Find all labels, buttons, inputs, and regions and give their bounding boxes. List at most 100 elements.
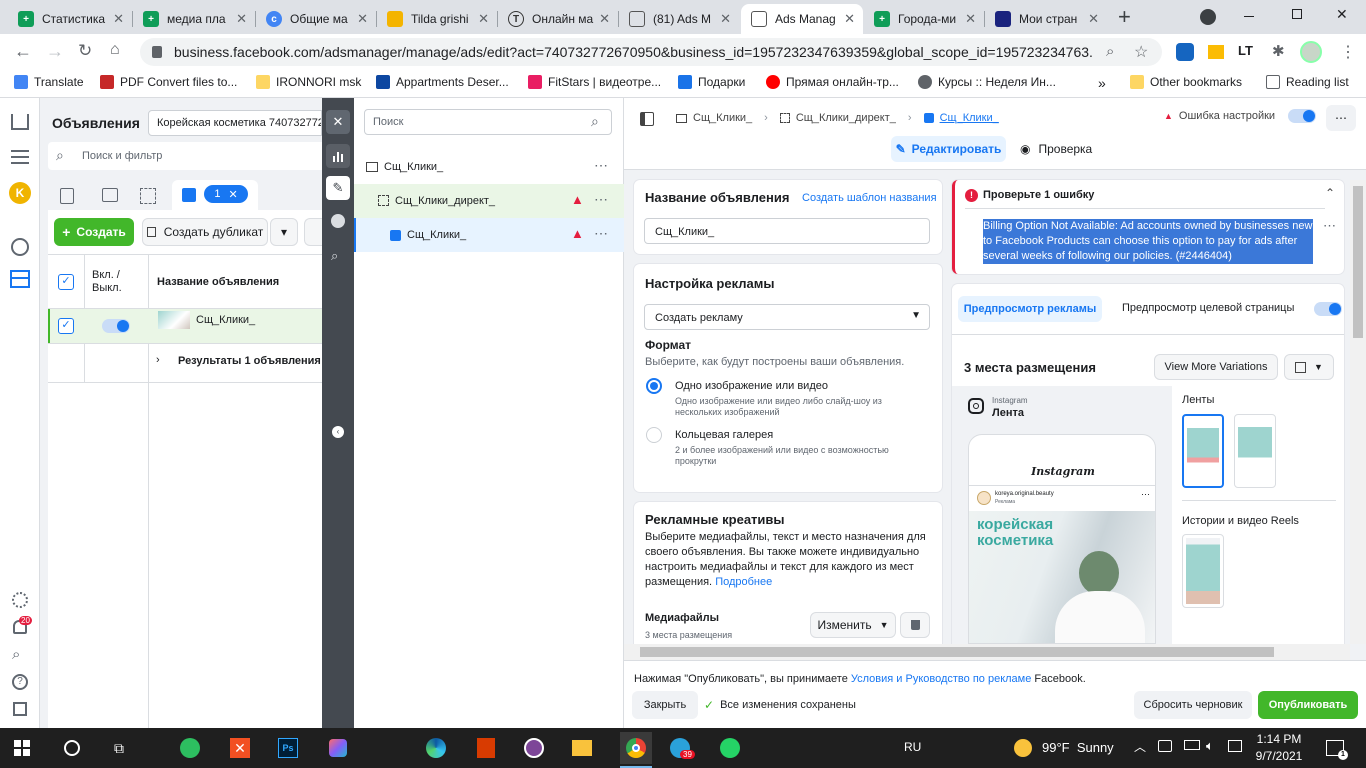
folder-tab-icon[interactable] (102, 188, 118, 202)
app-icon[interactable]: ✕ (228, 736, 252, 760)
new-tab-button[interactable]: + (1118, 4, 1131, 30)
expand-chevron-icon[interactable]: › (156, 354, 160, 366)
browser-tab[interactable]: Tilda grishi ✕ (377, 4, 497, 34)
bookmark[interactable]: Appartments Deser... (376, 75, 509, 89)
search-icon[interactable]: ⌕ (331, 248, 338, 264)
close-tab-icon[interactable]: ✕ (599, 11, 610, 27)
whatsapp-icon[interactable] (718, 736, 742, 760)
extension-icon[interactable]: LT (1238, 43, 1253, 58)
ad-name-input[interactable]: Сщ_Клики_ (644, 218, 930, 244)
tray-chevron-icon[interactable]: ︿ (1134, 738, 1146, 755)
chart-icon[interactable] (326, 144, 350, 168)
create-button[interactable]: + Создать (54, 218, 134, 246)
evernote-icon[interactable] (178, 736, 202, 760)
settings-icon[interactable] (12, 592, 28, 608)
clock-time[interactable]: 1:14 PM (1256, 732, 1302, 746)
sidebar-toggle-icon[interactable] (640, 112, 654, 126)
browser-tab[interactable]: (81) Ads M ✕ (619, 4, 739, 34)
single-image-radio[interactable] (646, 378, 662, 394)
change-media-button[interactable]: Изменить ▼ (810, 612, 896, 638)
delete-media-button[interactable] (900, 612, 930, 638)
tab-landing-preview[interactable]: Предпросмотр целевой страницы (1122, 302, 1294, 314)
ad-status-toggle[interactable] (1288, 109, 1316, 123)
selection-chip[interactable]: 1 ✕ (204, 185, 248, 203)
placement-thumb-fb-feed[interactable] (1234, 414, 1276, 488)
more-icon[interactable]: ⋯ (594, 157, 608, 174)
forward-icon[interactable]: → (46, 41, 64, 62)
edge-icon[interactable] (424, 736, 448, 760)
view-more-variations-button[interactable]: View More Variations (1154, 354, 1278, 380)
tab-search-icon[interactable] (1200, 9, 1216, 25)
window-close-icon[interactable]: ✕ (1336, 6, 1348, 23)
clock-date[interactable]: 9/7/2021 (1252, 749, 1306, 763)
review-mode-button[interactable]: ◉ Проверка (1020, 142, 1092, 156)
browser-tab[interactable]: + Города-ми ✕ (864, 4, 984, 34)
url-text[interactable]: business.facebook.com/adsmanager/manage/… (174, 44, 1094, 60)
close-button[interactable]: Закрыть (632, 691, 698, 719)
close-tab-icon[interactable]: ✕ (720, 11, 731, 27)
browser-tab-active[interactable]: Ads Manag ✕ (741, 4, 863, 34)
address-bar[interactable]: business.facebook.com/adsmanager/manage/… (140, 38, 1162, 66)
discard-draft-button[interactable]: Сбросить черновик (1134, 691, 1252, 719)
restore-icon[interactable] (1292, 9, 1302, 19)
browser-tab[interactable]: Мои стран ✕ (985, 4, 1107, 34)
ads-manager-icon[interactable] (10, 270, 30, 288)
row-checkbox[interactable]: ✓ (58, 318, 74, 334)
home-icon[interactable] (11, 114, 29, 130)
reload-icon[interactable]: ↻ (78, 41, 92, 61)
windows-start-icon[interactable] (10, 736, 34, 760)
tree-search-input[interactable]: Поиск ⌕ (364, 109, 612, 135)
carousel-radio[interactable] (646, 427, 662, 443)
campaigns-tab-icon[interactable] (60, 188, 74, 204)
bookmark[interactable]: Прямая онлайн-тр... (766, 75, 899, 89)
edit-mode-button[interactable]: ✎ Редактировать (891, 136, 1006, 162)
bookmark[interactable]: FitStars | видеотре... (528, 75, 661, 89)
duplicate-dropdown[interactable]: ▾ (270, 218, 298, 246)
bookmark[interactable]: Курсы :: Неделя Ин... (918, 75, 1056, 89)
performance-icon[interactable] (11, 238, 29, 256)
terms-link[interactable]: Условия и Руководство по рекламе (851, 673, 1031, 685)
vertical-scrollbar[interactable] (1350, 180, 1366, 644)
edit-pencil-icon[interactable]: ✎ (326, 176, 350, 200)
close-tab-icon[interactable]: ✕ (113, 11, 124, 27)
extension-icon[interactable] (1208, 45, 1224, 59)
home-icon[interactable]: ⌂ (110, 41, 120, 59)
bookmark-star-icon[interactable]: ☆ (1134, 42, 1148, 62)
more-options-button[interactable]: ⋯ (1326, 105, 1356, 131)
adsets-tab-icon[interactable] (140, 188, 156, 204)
browser-tab[interactable]: + Статистика ✕ (8, 4, 132, 34)
placement-thumb-ig-feed[interactable] (1182, 414, 1224, 488)
app-icon[interactable] (326, 736, 350, 760)
close-tab-icon[interactable]: ✕ (965, 11, 976, 27)
profile-avatar[interactable] (1300, 41, 1322, 63)
ad-name-link[interactable]: Сщ_Клики_ (196, 314, 255, 326)
keyboard-icon[interactable] (1228, 740, 1242, 752)
tree-item-ad[interactable]: Сщ_Клики_ ▲ ⋯ (354, 218, 624, 252)
tree-item-adset[interactable]: Сщ_Клики_директ_ ▲ ⋯ (354, 184, 624, 218)
bookmark[interactable]: IRONNORI msk (256, 75, 361, 89)
browser-menu-icon[interactable]: ⋮ (1340, 42, 1356, 62)
close-tab-icon[interactable]: ✕ (357, 11, 368, 27)
bookmark[interactable]: Translate (14, 75, 84, 89)
other-bookmarks[interactable]: Other bookmarks (1130, 75, 1242, 89)
file-explorer-icon[interactable] (570, 736, 594, 760)
close-tab-icon[interactable]: ✕ (844, 11, 855, 27)
back-icon[interactable]: ← (14, 41, 32, 62)
chrome-icon[interactable] (620, 732, 652, 764)
duplicate-button[interactable]: Создать дубликат (142, 218, 268, 246)
select-all-checkbox[interactable]: ✓ (58, 274, 74, 290)
weather-text[interactable]: 99°F Sunny (1042, 740, 1114, 755)
extensions-puzzle-icon[interactable]: ✱ (1272, 42, 1285, 60)
ad-setup-select[interactable]: Создать рекламу ▼ (644, 304, 930, 330)
ads-tab[interactable]: 1 ✕ (172, 180, 258, 210)
publish-button[interactable]: Опубликовать (1258, 691, 1358, 719)
office-icon[interactable] (474, 736, 498, 760)
language-indicator[interactable]: RU (904, 740, 921, 754)
camera-icon[interactable] (1158, 740, 1172, 752)
name-column-header[interactable]: Название объявления (157, 276, 279, 288)
menu-icon[interactable] (11, 150, 29, 164)
more-icon[interactable]: ⋯ (1323, 218, 1336, 234)
close-tab-icon[interactable]: ✕ (236, 11, 247, 27)
search-filter-input[interactable]: ⌕ Поиск и фильтр (48, 142, 322, 170)
reading-list[interactable]: Reading list (1266, 75, 1349, 89)
